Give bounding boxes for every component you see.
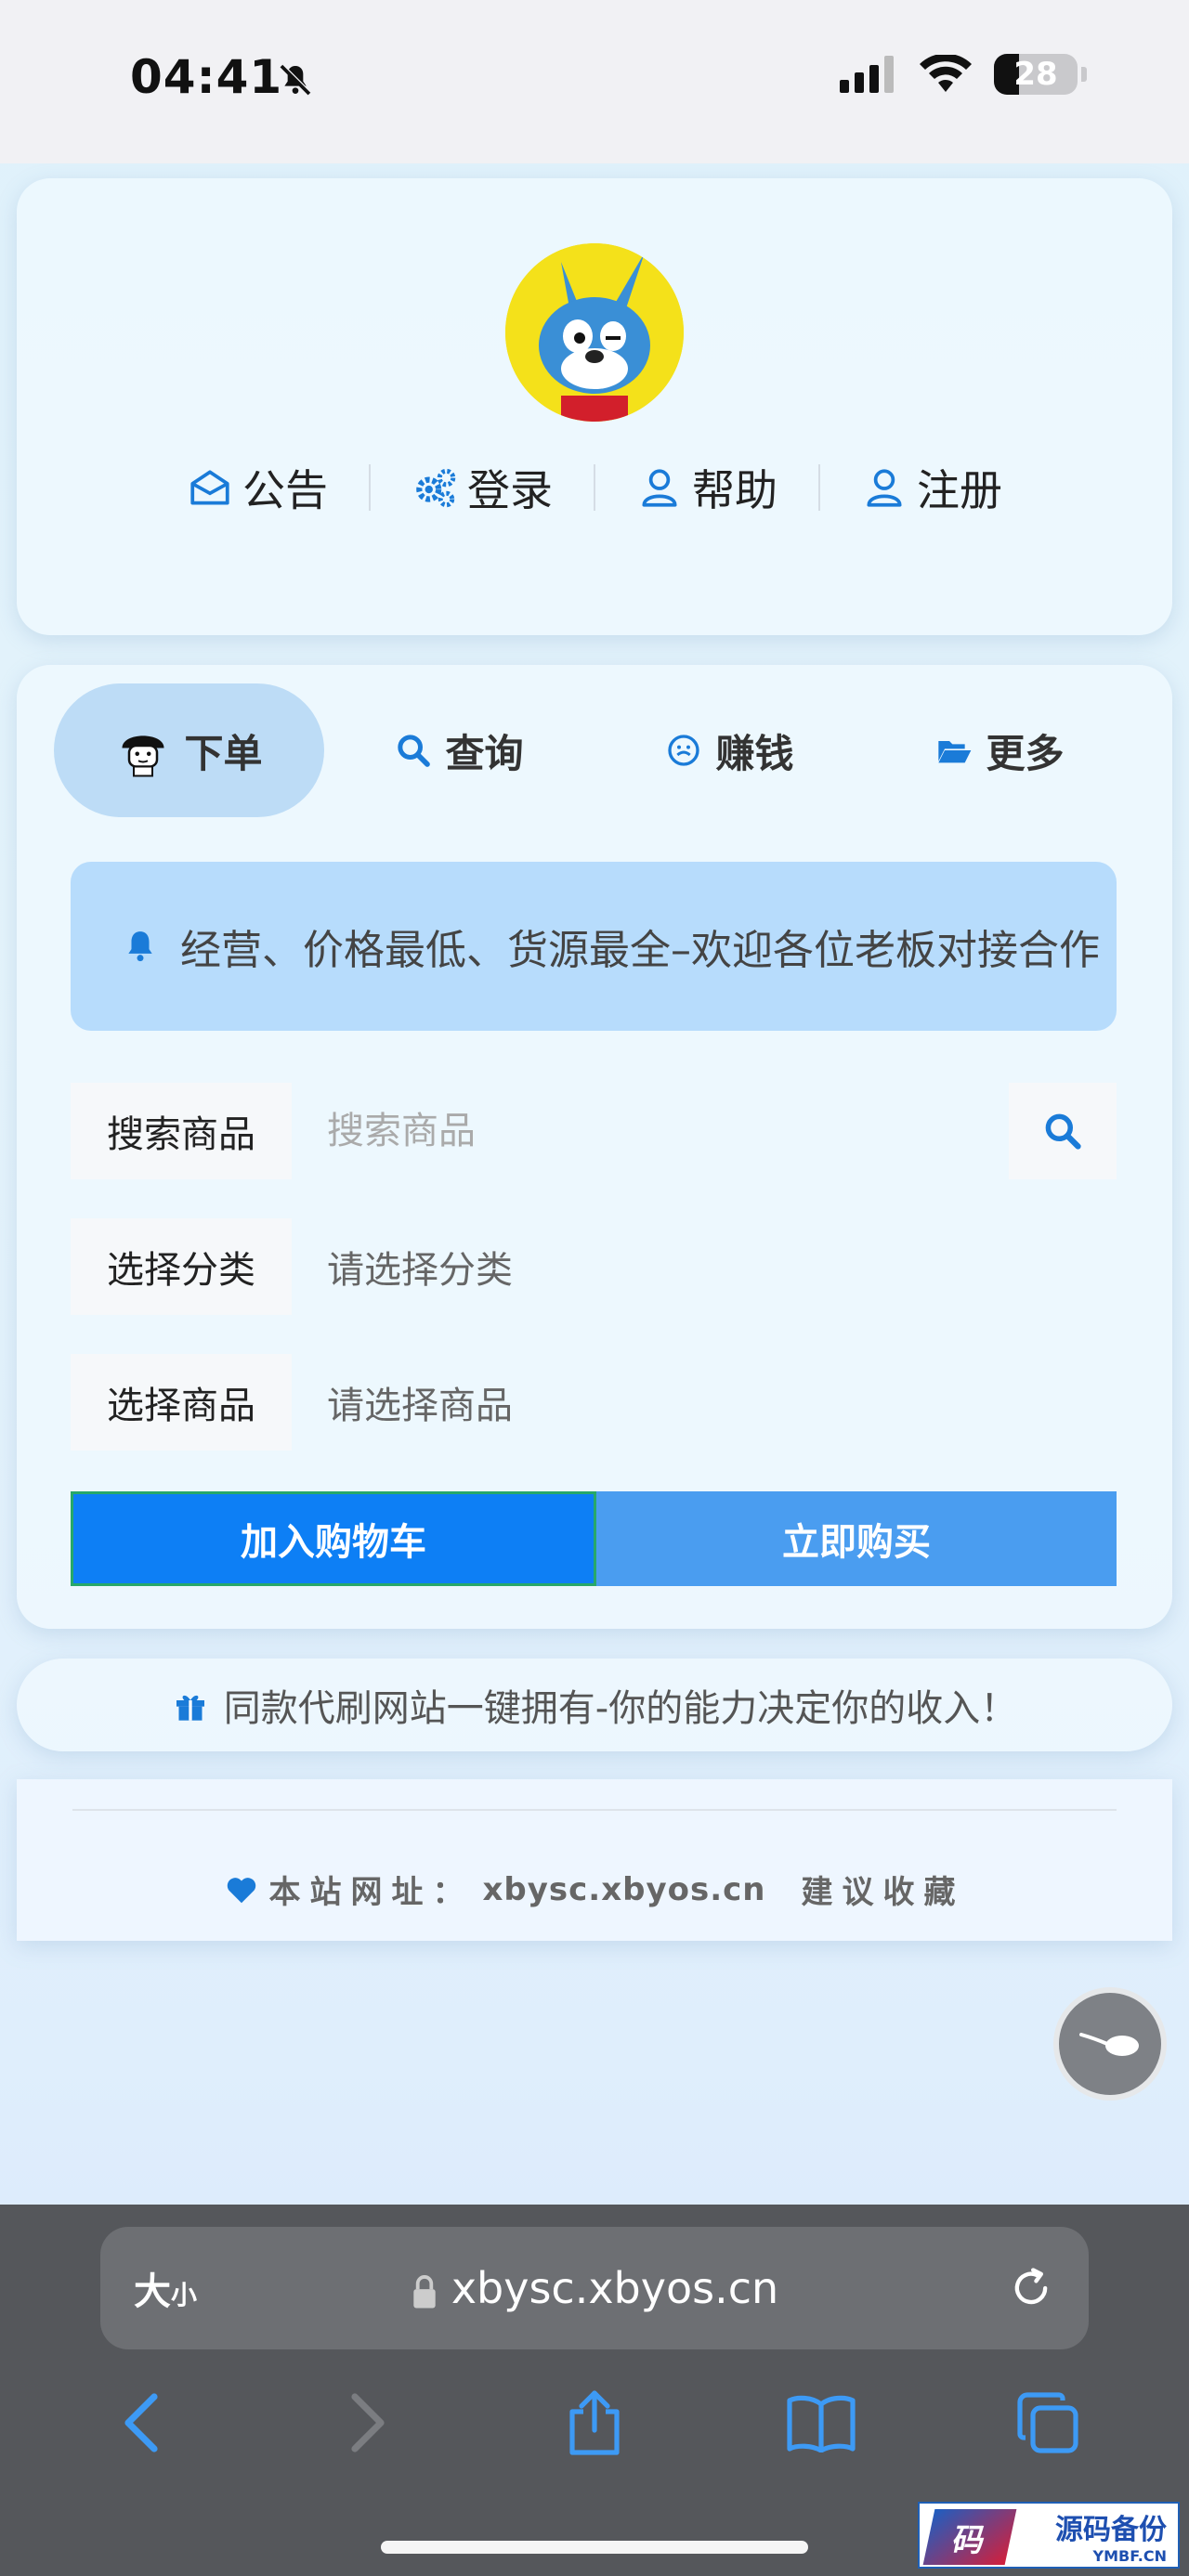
watermark-sub: YMBF.CN [1092, 2546, 1168, 2565]
gears-icon [416, 468, 456, 508]
url-display[interactable]: xbysc.xbyos.cn [100, 2263, 1089, 2313]
user-icon [867, 469, 902, 507]
footer-card: 本站网址： xbysc.xbyos.cn 建议收藏 [17, 1779, 1172, 1941]
watermark-logo: 码 源码备份 YMBF.CN [918, 2502, 1180, 2569]
buy-now-button[interactable]: 立即购买 [596, 1491, 1117, 1586]
promo-text: 同款代刷网站一键拥有-你的能力决定你的收入！ [223, 1687, 1018, 1730]
folder-open-icon [938, 741, 972, 763]
back-button[interactable] [99, 2381, 183, 2465]
url-text: xbysc.xbyos.cn [451, 2263, 779, 2313]
category-select[interactable]: 请选择分类 [292, 1218, 1117, 1315]
tabs-button[interactable] [1006, 2381, 1090, 2465]
home-indicator [381, 2541, 808, 2554]
tab-query[interactable]: 查询 [324, 683, 594, 817]
tab-order[interactable]: 下单 [54, 683, 324, 817]
bookmark-suggestion: 建议收藏 [801, 1874, 965, 1911]
promo-banner[interactable]: 同款代刷网站一键拥有-你的能力决定你的收入！ [17, 1659, 1172, 1751]
nav-label: 公告 [242, 465, 328, 515]
action-buttons: 加入购物车 立即购买 [71, 1491, 1117, 1586]
forward-button[interactable] [326, 2381, 410, 2465]
nav-register[interactable]: 注册 [820, 457, 1043, 518]
watermark-badge: 码 [922, 2509, 1017, 2565]
category-label: 选择分类 [71, 1218, 292, 1315]
smile-circle-icon [668, 735, 700, 766]
notice-banner: 经营、价格最低、货源最全–欢迎各位老板对接合作 [71, 862, 1117, 1031]
product-row: 选择商品 请选择商品 [71, 1354, 1117, 1451]
status-icons: 28 [840, 54, 1087, 95]
tab-bar: 下单 查询 赚钱 更多 [54, 683, 1135, 817]
tab-label: 查询 [445, 730, 524, 776]
watermark-title: 源码备份 [1055, 2513, 1167, 2546]
search-icon [398, 735, 431, 767]
status-bar: 04:41 28 [0, 0, 1189, 163]
search-button[interactable] [1009, 1083, 1117, 1179]
footer-divider [72, 1809, 1117, 1811]
category-row: 选择分类 请选择分类 [71, 1218, 1117, 1315]
nav-help[interactable]: 帮助 [595, 457, 818, 518]
share-icon [569, 2390, 620, 2455]
nav-login[interactable]: 登录 [371, 457, 594, 518]
share-button[interactable] [553, 2381, 636, 2465]
mushroom-avatar-icon [122, 735, 164, 777]
floating-music-button[interactable] [1053, 1987, 1167, 2101]
product-select[interactable]: 请选择商品 [292, 1354, 1117, 1451]
nav-announcement[interactable]: 公告 [146, 457, 369, 518]
tab-earn[interactable]: 赚钱 [594, 683, 865, 817]
cellular-signal-icon [840, 56, 894, 93]
tab-label: 赚钱 [715, 730, 794, 776]
notice-text: 经营、价格最低、货源最全–欢迎各位老板对接合作 [180, 927, 1100, 974]
user-icon [642, 469, 677, 507]
search-input[interactable] [292, 1083, 1009, 1179]
tab-label: 下单 [184, 730, 263, 776]
envelope-open-icon [190, 470, 229, 505]
battery-indicator: 28 [994, 54, 1078, 95]
lock-icon [413, 2274, 436, 2309]
wifi-icon [920, 55, 972, 92]
chevron-right-icon [351, 2393, 385, 2452]
bookmarks-button[interactable] [779, 2381, 863, 2465]
tabs-icon [1017, 2392, 1078, 2453]
gift-icon [176, 1695, 204, 1721]
product-label: 选择商品 [71, 1354, 292, 1451]
search-row: 搜索商品 [71, 1083, 1117, 1179]
search-icon [1045, 1113, 1081, 1150]
nav-label: 登录 [467, 465, 553, 515]
top-navigation: 公告 登录 帮助 注册 [17, 457, 1172, 518]
order-card: 下单 查询 赚钱 更多 经营、价格最低、货源最全–欢迎各位老板对接合作 搜索商品… [17, 665, 1172, 1629]
bell-slash-icon [277, 61, 314, 102]
bell-icon [128, 931, 152, 962]
tab-label: 更多 [986, 730, 1065, 776]
search-label: 搜索商品 [71, 1083, 292, 1179]
status-time: 04:41 [130, 50, 283, 104]
header-card: 公告 登录 帮助 注册 [17, 178, 1172, 635]
site-address: 本站网址： xbysc.xbyos.cn 建议收藏 [17, 1867, 1172, 1912]
spoon-icon [1079, 2033, 1139, 2056]
book-icon [787, 2395, 856, 2452]
address-label: 本站网址： [268, 1874, 474, 1911]
browser-toolbar [0, 2381, 1189, 2465]
chevron-left-icon [124, 2393, 158, 2452]
address-domain[interactable]: xbysc.xbyos.cn [482, 1871, 765, 1908]
nav-label: 注册 [917, 465, 1002, 515]
nav-label: 帮助 [692, 465, 777, 515]
tab-more[interactable]: 更多 [865, 683, 1135, 817]
heart-icon [228, 1877, 256, 1903]
address-bar[interactable]: 大小 xbysc.xbyos.cn [100, 2227, 1089, 2349]
site-logo [505, 243, 684, 422]
reload-icon[interactable] [1007, 2264, 1055, 2316]
add-to-cart-button[interactable]: 加入购物车 [71, 1491, 596, 1586]
